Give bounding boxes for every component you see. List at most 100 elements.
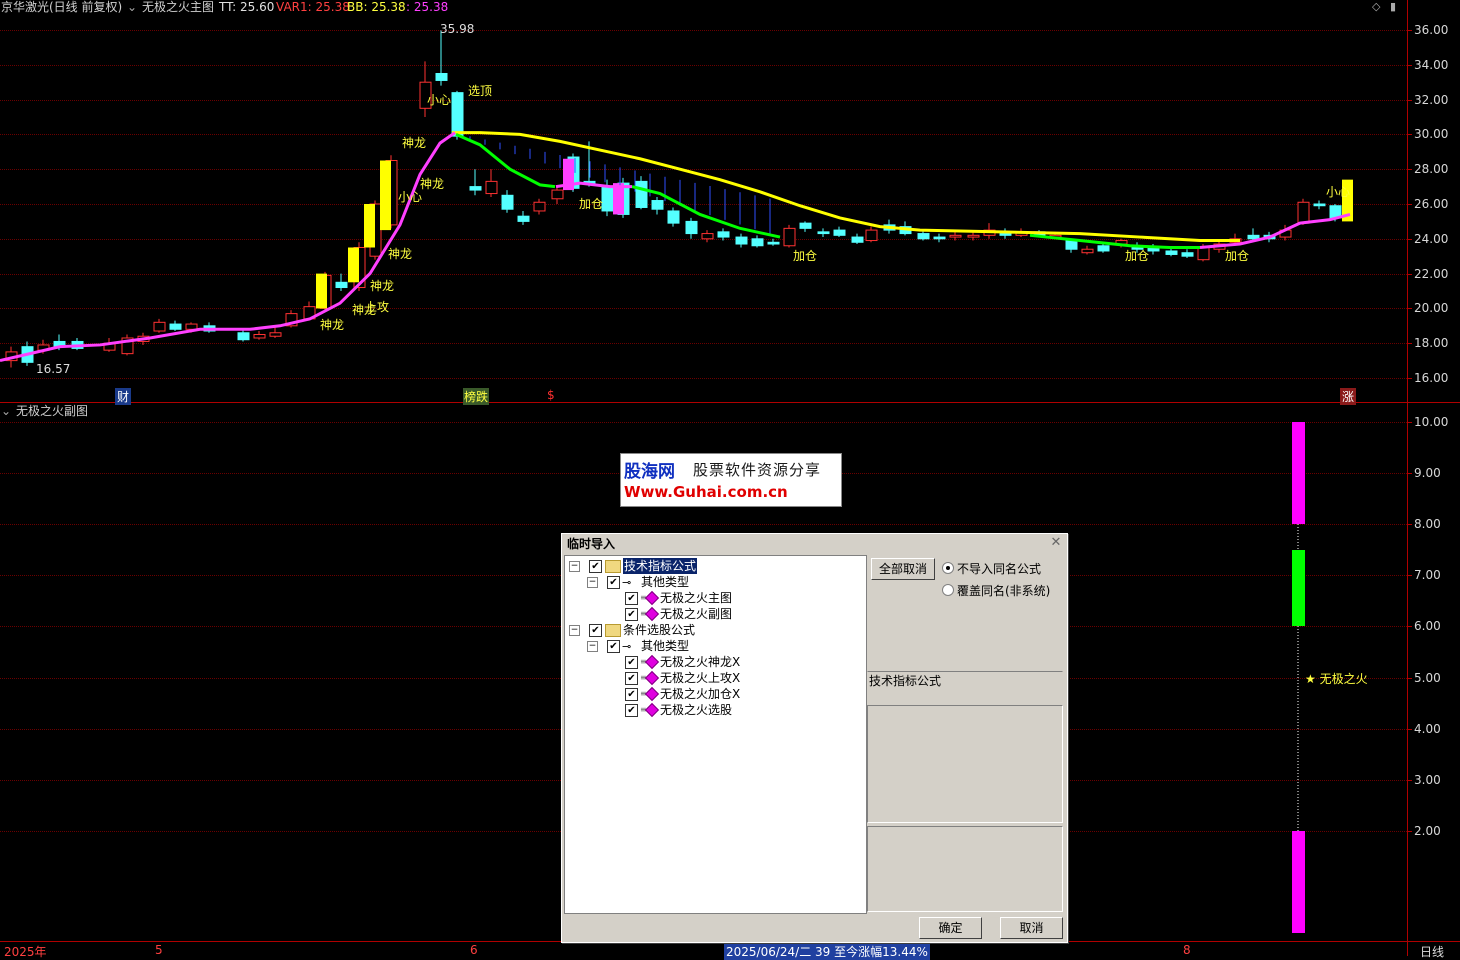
tree-item-label: 无极之火选股 [660, 703, 733, 717]
axis-tick [1407, 378, 1412, 379]
cancel-all-button[interactable]: 全部取消 [871, 558, 935, 580]
axis-tick-label: 28.00 [1414, 162, 1449, 177]
checkbox-checked[interactable]: ✔ [625, 672, 638, 685]
signal-bar-yellow [316, 273, 327, 309]
signal-bar-yellow [364, 204, 375, 248]
axis-tick [1407, 238, 1412, 240]
timeline-june: 6 [470, 943, 478, 957]
signal-bar-yellow [348, 247, 359, 283]
candle-down [635, 180, 648, 208]
axis-tick-label: 10.00 [1414, 415, 1449, 429]
timeline-status: 2025/06/24/二 39 至今涨幅13.44% [724, 943, 930, 960]
close-icon[interactable]: ✕ [1049, 536, 1063, 550]
axis-tick [1407, 524, 1412, 526]
axis-tick [1407, 30, 1412, 31]
axis-tick-label: 4.00 [1414, 721, 1441, 736]
axis-tick-label: 30.00 [1414, 127, 1449, 142]
candlestick-chart[interactable] [0, 0, 1407, 402]
formula-icon [644, 654, 660, 670]
checkbox-checked[interactable]: ✔ [589, 624, 602, 637]
high-price-label: 35.98 [440, 22, 475, 36]
timeline-may: 5 [155, 943, 163, 957]
signal-bar-yellow [380, 160, 391, 231]
period-label[interactable]: 日线 [1420, 943, 1444, 960]
formula-icon [644, 590, 660, 606]
candle-up [967, 234, 980, 238]
candle-up [253, 334, 266, 339]
checkbox-checked[interactable]: ✔ [589, 560, 602, 573]
candle-down [817, 231, 830, 235]
ma-magenta-line [1199, 212, 1351, 249]
ma-green-line [455, 133, 556, 189]
signal-shenlong-6: 神龙 [320, 318, 345, 332]
formula-icon [644, 606, 660, 622]
signal-shenlong-1: 神龙 [402, 136, 427, 150]
axis-tick [1407, 779, 1412, 781]
tree-formula-item[interactable]: ✔ ≡ 无极之火选股 [625, 702, 755, 718]
axis-tick [1407, 99, 1412, 101]
tree-label-tech: 技术指标公式 [623, 558, 698, 574]
formula-icon [644, 686, 660, 702]
candle-down [237, 332, 250, 341]
candle-down [169, 323, 182, 330]
tree-node-tech[interactable]: − ✔ 技术指标公式 [569, 558, 709, 574]
watermark-slogan: 股票软件资源分享 [693, 461, 822, 479]
axis-tick [1407, 308, 1412, 310]
tree-formula-item[interactable]: ✔ ≡ 无极之火神龙X [625, 654, 755, 670]
candle-down [1097, 245, 1110, 252]
checkbox-checked[interactable]: ✔ [625, 592, 638, 605]
cancel-button[interactable]: 取消 [1000, 917, 1063, 939]
signal-shenlong-2: 神龙 [420, 177, 445, 191]
collapse-icon[interactable]: − [569, 625, 580, 636]
axis-tick [1407, 473, 1412, 475]
key-icon: ⊸ [622, 640, 632, 653]
candle-down [1165, 250, 1178, 255]
radio-overwrite[interactable] [942, 584, 954, 596]
checkbox-checked[interactable]: ✔ [607, 576, 620, 589]
radio-skip[interactable] [942, 562, 954, 574]
candle-up [701, 233, 714, 240]
ok-button[interactable]: 确定 [919, 917, 982, 939]
radio-overwrite-label[interactable]: 覆盖同名(非系统) [957, 582, 1050, 599]
radio-skip-label[interactable]: 不导入同名公式 [957, 560, 1041, 577]
axis-tick [1407, 343, 1412, 345]
checkbox-checked[interactable]: ✔ [625, 688, 638, 701]
checkbox-checked[interactable]: ✔ [625, 656, 638, 669]
signal-jiacang-3: 加仓 [1125, 249, 1150, 263]
candle-down [335, 281, 348, 289]
collapse-icon[interactable]: − [587, 577, 598, 588]
axis-tick-label: 7.00 [1414, 568, 1441, 583]
checkbox-checked[interactable]: ✔ [625, 608, 638, 621]
marker-dollar[interactable]: $ [547, 388, 555, 402]
timeline-year: 2025年 [4, 945, 47, 959]
import-dialog: 临时导入 ✕ − ✔ 技术指标公式 − ✔ ⊸ 其他类型 ✔ ≡ 无极之火主图 ✔ ≡ 无… [561, 533, 1068, 943]
candle-up [551, 189, 564, 200]
collapse-icon[interactable]: − [569, 561, 580, 572]
tree-formula-item[interactable]: ✔ ≡ 无极之火副图 [625, 606, 755, 622]
tree-formula-item[interactable]: ✔ ≡ 无极之火上攻X [625, 670, 755, 686]
axis-tick-label: 3.00 [1414, 772, 1441, 787]
candle-down [799, 222, 812, 229]
folder-icon [605, 624, 621, 637]
tree-node-other1[interactable]: − ✔ ⊸ 其他类型 [587, 574, 707, 590]
axis-tick-label: 5.00 [1414, 670, 1441, 685]
dialog-title: 临时导入 [562, 534, 1067, 554]
collapse-icon[interactable]: − [587, 641, 598, 652]
candle-up [865, 229, 878, 242]
axis-tick-label: 9.00 [1414, 466, 1441, 481]
tree-formula-item[interactable]: ✔ ≡ 无极之火主图 [625, 590, 755, 606]
info-label: 技术指标公式 [869, 674, 942, 688]
description-pane [867, 705, 1063, 823]
checkbox-checked[interactable]: ✔ [607, 640, 620, 653]
formula-tree[interactable]: − ✔ 技术指标公式 − ✔ ⊸ 其他类型 ✔ ≡ 无极之火主图 ✔ ≡ 无极之火副图 −… [564, 555, 867, 914]
checkbox-checked[interactable]: ✔ [625, 704, 638, 717]
candle-up [1297, 201, 1310, 224]
candle-down [717, 231, 730, 238]
folder-icon [605, 560, 621, 573]
tree-formula-item[interactable]: ✔ ≡ 无极之火加仓X [625, 686, 755, 702]
candle-down [917, 233, 930, 240]
candle-up [185, 323, 198, 330]
candle-up [269, 332, 282, 337]
tree-node-other2[interactable]: − ✔ ⊸ 其他类型 [587, 638, 707, 654]
tree-node-select[interactable]: − ✔ 条件选股公式 [569, 622, 709, 638]
